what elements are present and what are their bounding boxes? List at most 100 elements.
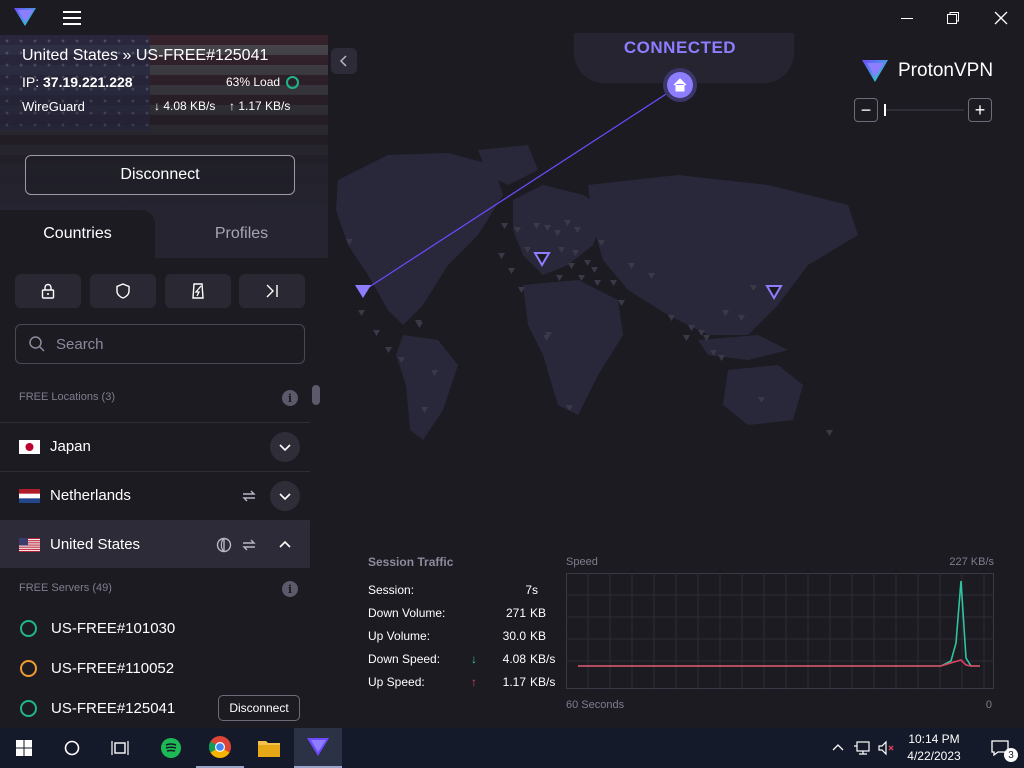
filter-shield-button[interactable]: [90, 274, 156, 308]
load-ring-icon: [20, 699, 37, 717]
country-name: United States: [50, 536, 141, 553]
up-arrow-icon: ↑: [471, 675, 477, 689]
server-row[interactable]: US-FREE#101030: [0, 608, 310, 648]
speed-chart-max: 227 KB/s: [949, 556, 994, 568]
list-scrollbar[interactable]: [312, 385, 320, 725]
network-icon: [854, 741, 870, 755]
title-bar: [0, 0, 1024, 35]
down-volume-row: Down Volume: 271 KB: [368, 606, 547, 620]
shield-icon: [116, 283, 130, 299]
connection-status: CONNECTED: [623, 38, 737, 57]
down-speed-row: Down Speed: ↓ 4.08 KB/s: [368, 652, 556, 666]
country-name: Netherlands: [50, 487, 131, 504]
notification-count: 3: [1004, 748, 1018, 762]
protonvpn-logo-icon: [862, 60, 888, 82]
volume-muted-icon: [878, 740, 894, 756]
sidebar: United States » US-FREE#125041 IP: 37.19…: [0, 35, 328, 728]
up-volume-row: Up Volume: 30.0 KB: [368, 629, 547, 643]
notification-center-button[interactable]: 3: [976, 728, 1024, 768]
protonvpn-logo-icon[interactable]: [12, 6, 38, 28]
tab-profiles[interactable]: Profiles: [155, 210, 328, 258]
country-name: Japan: [50, 438, 91, 455]
collapse-panel-icon: [266, 284, 278, 298]
close-button[interactable]: [978, 0, 1024, 35]
zoom-out-button[interactable]: −: [854, 98, 878, 122]
restore-button[interactable]: [930, 0, 976, 35]
speed-chart-x-left: 60 Seconds: [566, 699, 625, 711]
windows-icon: [16, 740, 32, 756]
start-button[interactable]: [0, 728, 48, 768]
tab-countries[interactable]: Countries: [0, 210, 155, 258]
load-ring-icon: [20, 619, 37, 637]
chrome-icon: [209, 736, 231, 758]
speed-chart: Speed 227 KB/s 60 Seconds 0: [566, 555, 996, 715]
server-load: 63% Load: [226, 75, 300, 89]
disconnect-button[interactable]: Disconnect: [25, 155, 295, 195]
expand-button[interactable]: [270, 431, 300, 462]
chevron-up-icon: [279, 540, 291, 548]
zoom-thumb[interactable]: [884, 104, 886, 116]
country-row-netherlands[interactable]: Netherlands: [0, 471, 310, 519]
volume-button[interactable]: [874, 728, 898, 768]
locations-section-label: FREE Locations (3): [19, 391, 115, 403]
secure-core-icon: [192, 283, 204, 299]
chevron-down-icon: [279, 443, 291, 451]
collapse-panel-button[interactable]: [239, 274, 305, 308]
map-area: CONNECTED ProtonVPN − + Session Traffic …: [328, 33, 1024, 728]
protonvpn-brand: ProtonVPN: [860, 58, 993, 84]
download-speed: ↓ 4.08 KB/s: [154, 99, 216, 113]
clock-time: 10:14 PM: [908, 732, 960, 746]
country-row-japan[interactable]: Japan: [0, 422, 310, 470]
hamburger-menu-icon[interactable]: [60, 6, 84, 30]
collapse-button[interactable]: [270, 530, 300, 560]
connection-route: United States » US-FREE#125041: [22, 47, 269, 64]
down-arrow-icon: ↓: [471, 652, 477, 666]
ip-address: IP: 37.19.221.228: [22, 74, 133, 90]
streaming-icon: [215, 536, 233, 554]
collapse-sidebar-button[interactable]: [331, 48, 357, 74]
task-view-button[interactable]: [96, 728, 144, 768]
us-flag-icon: [19, 537, 40, 552]
zoom-in-button[interactable]: +: [968, 98, 992, 122]
server-row[interactable]: US-FREE#125041 Disconnect: [0, 688, 310, 728]
search-field[interactable]: [15, 324, 305, 364]
load-ring-icon: [20, 659, 37, 677]
filter-secure-core-button[interactable]: [165, 274, 231, 308]
zoom-control: − +: [854, 98, 994, 122]
minimize-button[interactable]: [884, 0, 930, 35]
search-taskbar-button[interactable]: [48, 728, 96, 768]
chevron-up-icon: [832, 744, 844, 751]
speed-chart-x-right: 0: [985, 699, 992, 711]
server-row[interactable]: US-FREE#110052: [0, 648, 310, 688]
connection-header: United States » US-FREE#125041 IP: 37.19…: [0, 35, 328, 210]
filter-secure-button[interactable]: [15, 274, 81, 308]
taskbar-app-sheets[interactable]: [147, 728, 195, 768]
taskbar-app-explorer[interactable]: [245, 728, 293, 768]
home-location-icon[interactable]: [662, 67, 698, 103]
servers-section-label: FREE Servers (49): [19, 582, 112, 594]
info-icon[interactable]: i: [282, 581, 298, 597]
search-icon: [29, 336, 45, 352]
country-row-united-states[interactable]: United States: [0, 520, 310, 568]
speed-chart-title: Speed: [566, 556, 598, 568]
taskbar-app-protonvpn[interactable]: [294, 728, 342, 768]
server-disconnect-button[interactable]: Disconnect: [218, 695, 300, 721]
upload-speed: ↑ 1.17 KB/s: [229, 99, 291, 113]
clock[interactable]: 10:14 PM 4/22/2023: [898, 731, 970, 765]
cortana-circle-icon: [64, 740, 80, 756]
minimize-icon: [901, 17, 913, 19]
taskbar: 10:14 PM 4/22/2023 3: [0, 728, 1024, 768]
info-icon[interactable]: i: [282, 390, 298, 406]
expand-button[interactable]: [270, 480, 300, 511]
taskbar-app-chrome[interactable]: [196, 728, 244, 768]
us-marker-icon[interactable]: [355, 285, 371, 298]
lock-icon: [41, 283, 55, 299]
network-button[interactable]: [850, 728, 874, 768]
protonvpn-window: United States » US-FREE#125041 IP: 37.19…: [0, 0, 1024, 728]
search-input[interactable]: [56, 335, 286, 353]
scrollbar-thumb[interactable]: [312, 385, 320, 405]
session-traffic-title: Session Traffic: [368, 555, 454, 569]
brand-name: ProtonVPN: [898, 60, 994, 81]
zoom-track[interactable]: [884, 109, 964, 111]
show-hidden-icons-button[interactable]: [826, 728, 850, 768]
